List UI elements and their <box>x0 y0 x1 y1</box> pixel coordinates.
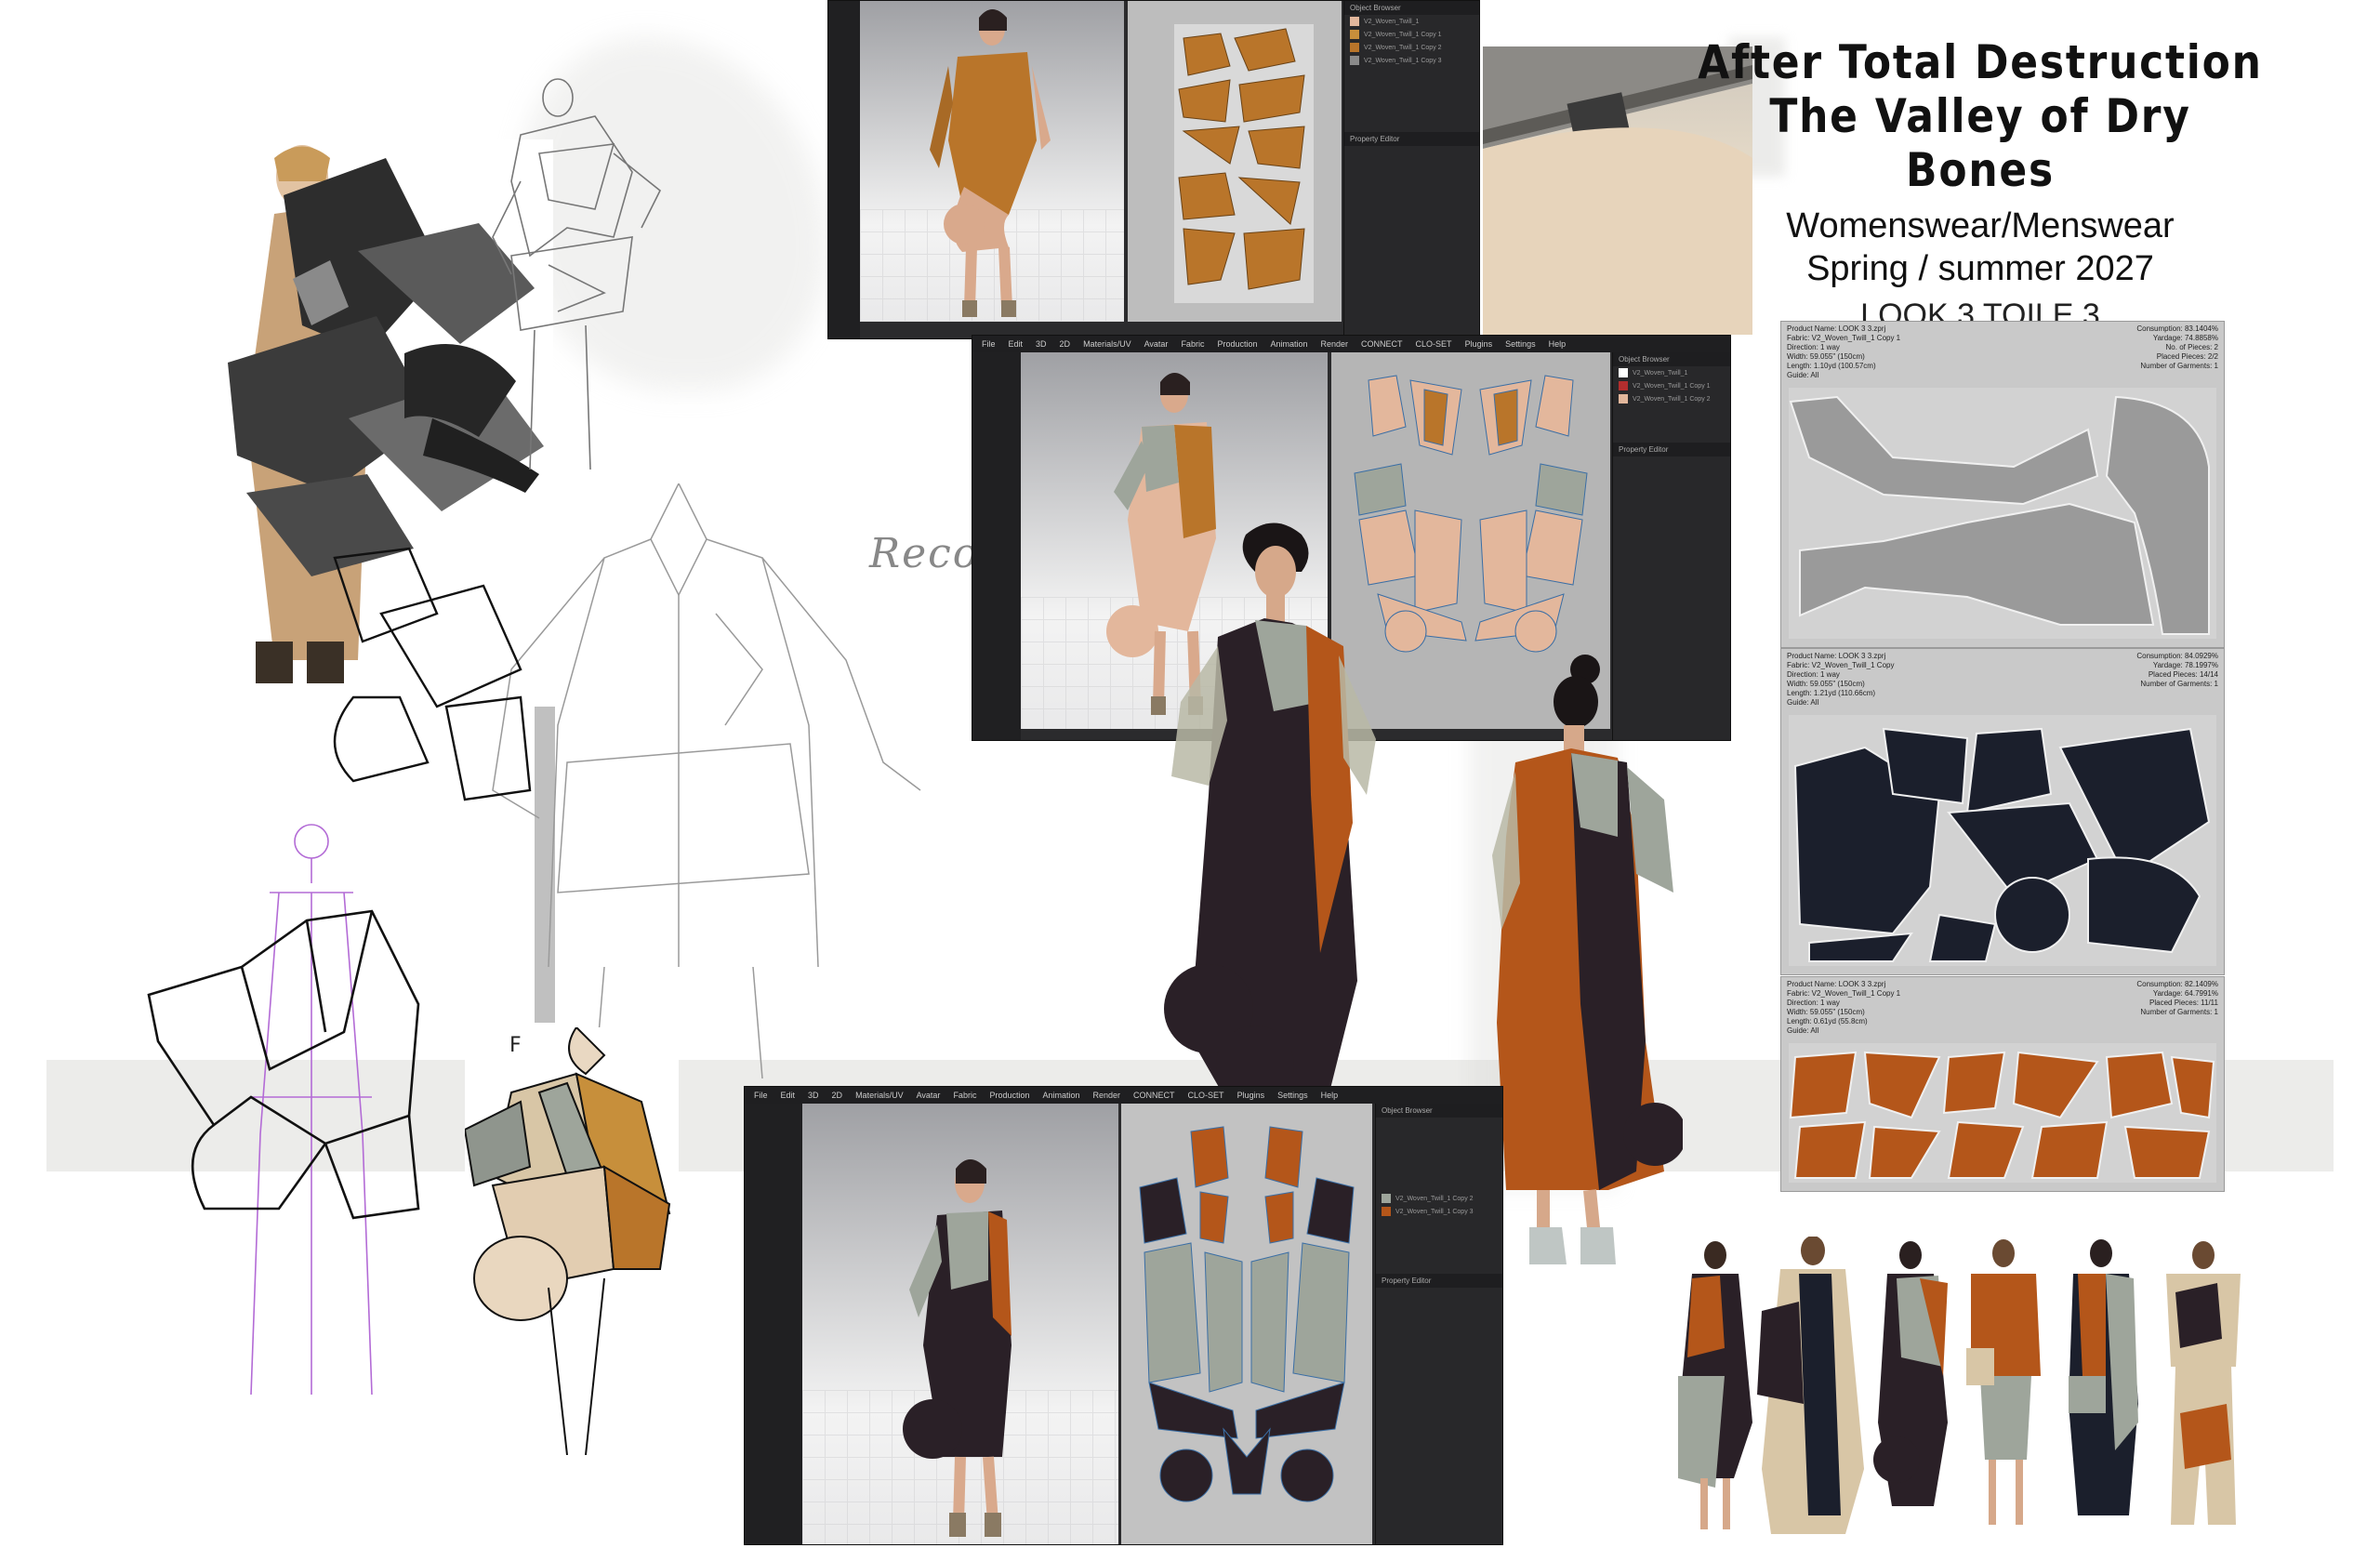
avatar-render <box>930 9 1051 317</box>
viewport-2d-pattern[interactable] <box>1128 1 1342 322</box>
marker-info-left: Product Name: LOOK 3 3.zprj Fabric: V2_W… <box>1787 324 1901 379</box>
toolbar-3d[interactable] <box>828 1 860 338</box>
colored-block-sketch <box>465 1027 679 1455</box>
marker-info-left: Product Name: LOOK 3 3.zprj Fabric: V2_W… <box>1787 980 1901 1035</box>
viewport-3d[interactable] <box>802 1104 1118 1544</box>
colorway-item[interactable]: V2_Woven_Twill_1 Copy 3 <box>1344 54 1479 67</box>
season-label: Spring / summer 2027 <box>1806 249 2154 288</box>
colorway-item[interactable]: V2_Woven_Twill_1 Copy 2 <box>1376 1192 1502 1205</box>
marker-chart-navy: Product Name: LOOK 3 3.zprj Fabric: V2_W… <box>1780 648 2225 975</box>
colorway-item[interactable]: V2_Woven_Twill_1 Copy 1 <box>1613 379 1730 392</box>
colorway-item[interactable]: V2_Woven_Twill_1 <box>1613 366 1730 379</box>
clo3d-window-top: Object Browser V2_Woven_Twill_1 V2_Woven… <box>827 0 1480 339</box>
viewport-3d[interactable] <box>860 1 1124 322</box>
property-editor-title: Property Editor <box>1613 443 1730 456</box>
toolbar-3d[interactable] <box>745 1104 802 1544</box>
menu-bar[interactable]: File Edit 3D 2D Materials/UV Avatar Fabric Prod… <box>972 336 1730 352</box>
colorway-item[interactable]: V2_Woven_Twill_1 Copy 2 <box>1344 41 1479 54</box>
croquis-sketch <box>139 818 456 1395</box>
marker-info-right: Consumption: 82.1409% Yardage: 64.7991% … <box>2136 980 2218 1016</box>
colorway-item[interactable]: V2_Woven_Twill_1 Copy 3 <box>1376 1205 1502 1218</box>
marker-chart-grey: Product Name: LOOK 3 3.zprj Fabric: V2_W… <box>1780 321 2225 648</box>
panel-title: Object Browser <box>1376 1104 1502 1118</box>
panel-title: Object Browser <box>1613 352 1730 366</box>
marker-info-right: Consumption: 83.1404% Yardage: 74.8858% … <box>2136 324 2218 370</box>
marker-info-left: Product Name: LOOK 3 3.zprj Fabric: V2_W… <box>1787 652 1895 707</box>
property-editor-title: Property Editor <box>1376 1274 1502 1288</box>
colorway-item[interactable]: V2_Woven_Twill_1 Copy 1 <box>1344 28 1479 41</box>
colorway-item[interactable]: V2_Woven_Twill_1 <box>1344 15 1479 28</box>
panel-title: Object Browser <box>1344 1 1479 15</box>
sketch-letter: F <box>509 1034 522 1057</box>
viewport-2d-pattern[interactable] <box>1121 1104 1372 1544</box>
marker-chart-rust: Product Name: LOOK 3 3.zprj Fabric: V2_W… <box>1780 976 2225 1192</box>
clo3d-window-bottom: File Edit 3D 2D Materials/UV Avatar Fabric Prod… <box>744 1086 1503 1545</box>
pencil-sketch-top <box>483 70 669 497</box>
avatar-render <box>903 1159 1012 1537</box>
collection-title-line1: After Total Destruction <box>1698 35 2263 89</box>
marker-info-right: Consumption: 84.0929% Yardage: 78.1997% … <box>2136 652 2218 688</box>
garment-render-back <box>1478 651 1686 1274</box>
property-editor-title: Property Editor <box>1344 132 1479 146</box>
collection-title-line2: The Valley of Dry Bones <box>1769 89 2191 197</box>
collection-lineup <box>1669 1236 2301 1543</box>
colorway-item[interactable]: V2_Woven_Twill_1 Copy 2 <box>1613 392 1730 405</box>
object-browser-panel: Object Browser V2_Woven_Twill_1 Copy 2 V… <box>1375 1104 1502 1544</box>
toolbar-3d[interactable] <box>972 352 1021 740</box>
object-browser-panel: Object Browser V2_Woven_Twill_1 V2_Woven… <box>1343 1 1479 338</box>
menu-bar[interactable]: File Edit 3D 2D Materials/UV Avatar Fabric Prod… <box>745 1087 1502 1104</box>
category-label: Womenswear/Menswear <box>1786 206 2175 245</box>
